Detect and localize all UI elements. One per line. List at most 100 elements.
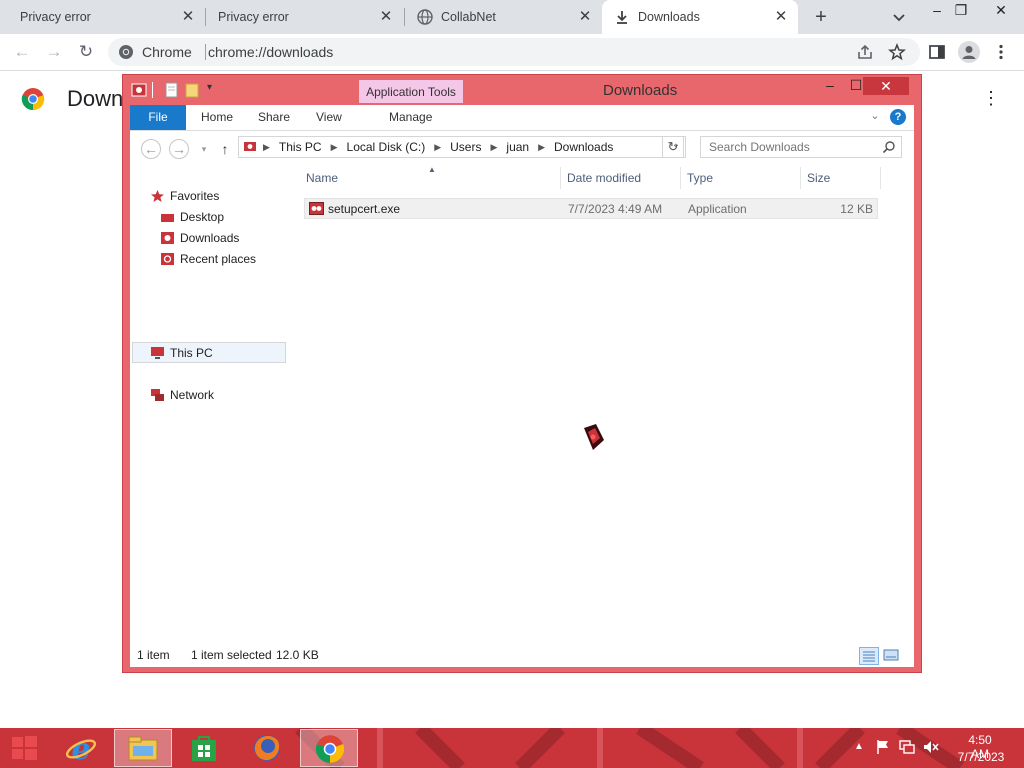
download-icon: [617, 11, 627, 24]
forward-button[interactable]: →: [43, 41, 65, 63]
breadcrumb-separator-icon: ▶: [330, 142, 338, 152]
breadcrumb-local-disk[interactable]: Local Disk (C:): [347, 140, 426, 155]
reload-button[interactable]: ↻: [75, 41, 97, 63]
ribbon-controls: ⌄ ?: [866, 109, 906, 125]
file-explorer-icon: [128, 736, 158, 761]
back-button[interactable]: ←: [141, 139, 161, 159]
taskbar-file-explorer[interactable]: [114, 729, 172, 767]
explorer-window: ▾ Application Tools Downloads – ☐ ✕ File…: [122, 74, 922, 673]
address-row: ← → ▾ ↑ ▶ This PC ▶ Local Disk (C:) ▶ Us…: [130, 131, 914, 165]
tab-home[interactable]: Home: [201, 105, 233, 130]
recent-locations-icon[interactable]: ▾: [194, 139, 214, 159]
breadcrumb-downloads[interactable]: Downloads: [554, 140, 613, 155]
tab-collabnet[interactable]: CollabNet ✕: [405, 0, 602, 34]
properties-icon[interactable]: [165, 82, 179, 98]
tab-view[interactable]: View: [316, 105, 342, 130]
chevron-down-icon[interactable]: ⌄: [868, 109, 882, 125]
svg-text:e: e: [71, 732, 90, 764]
firefox-icon: [254, 735, 280, 761]
close-icon[interactable]: ✕: [377, 8, 395, 26]
column-divider[interactable]: [560, 167, 561, 189]
forward-button[interactable]: →: [169, 139, 189, 159]
minimize-button[interactable]: –: [926, 2, 948, 22]
taskbar-firefox[interactable]: [238, 729, 296, 767]
chrome-logo-icon: [21, 88, 45, 111]
refresh-button[interactable]: ↻: [662, 136, 684, 158]
network-status-icon[interactable]: [898, 738, 916, 756]
column-divider[interactable]: [880, 167, 881, 189]
file-type: Application: [688, 202, 747, 216]
back-button[interactable]: ←: [11, 41, 33, 63]
tab-downloads[interactable]: Downloads ✕: [602, 0, 798, 34]
chevron-down-icon[interactable]: [890, 8, 908, 26]
page-more-icon[interactable]: ⋮: [982, 88, 1000, 112]
qat-dropdown-icon[interactable]: ▾: [207, 82, 212, 93]
network-icon: [151, 389, 164, 401]
restore-button[interactable]: ❐: [950, 2, 972, 22]
large-icons-view-button[interactable]: [882, 647, 902, 665]
column-date-modified[interactable]: Date modified: [567, 171, 641, 185]
tab-privacy-error-2[interactable]: Privacy error ✕: [198, 0, 403, 34]
taskbar-store[interactable]: [176, 729, 234, 767]
bookmark-star-icon[interactable]: [888, 43, 906, 61]
tab-manage[interactable]: Manage: [389, 105, 432, 130]
breadcrumb-users[interactable]: Users: [450, 140, 481, 155]
breadcrumb-bar[interactable]: ▶ This PC ▶ Local Disk (C:) ▶ Users ▶ ju…: [238, 136, 686, 158]
taskbar-chrome[interactable]: [300, 729, 358, 767]
side-panel-icon[interactable]: [928, 43, 946, 61]
breadcrumb-juan[interactable]: juan: [506, 140, 529, 155]
search-input[interactable]: [701, 137, 884, 157]
nav-label: Favorites: [170, 189, 220, 203]
new-tab-button[interactable]: +: [810, 6, 832, 28]
store-icon: [192, 736, 216, 761]
address-bar[interactable]: Chrome chrome://downloads: [108, 38, 920, 66]
item-count: 1 item: [137, 648, 170, 662]
profile-avatar[interactable]: [958, 41, 980, 63]
tab-label: Downloads: [638, 10, 700, 24]
column-size[interactable]: Size: [807, 171, 830, 185]
application-file-icon: [309, 202, 324, 215]
nav-label: Desktop: [180, 210, 225, 224]
share-icon[interactable]: [856, 43, 874, 61]
url-text[interactable]: chrome://downloads: [208, 44, 333, 60]
breadcrumb-this-pc[interactable]: This PC: [279, 140, 322, 155]
close-icon[interactable]: ✕: [772, 8, 790, 26]
close-icon[interactable]: ✕: [576, 8, 594, 26]
start-button[interactable]: [2, 729, 46, 767]
recent-places-icon: [161, 253, 174, 265]
column-divider[interactable]: [800, 167, 801, 189]
details-view-button[interactable]: [859, 647, 879, 665]
clock-date[interactable]: 7/7/2023: [956, 750, 1006, 764]
omnibox-divider: [205, 44, 206, 60]
column-name[interactable]: Name: [306, 171, 338, 185]
show-hidden-icons-button[interactable]: ▲: [850, 738, 868, 756]
taskbar-internet-explorer[interactable]: e: [52, 729, 110, 767]
nav-label: This PC: [170, 346, 213, 360]
nav-label: Downloads: [180, 231, 240, 245]
column-divider[interactable]: [680, 167, 681, 189]
chrome-logo-icon: [119, 45, 133, 59]
person-icon: [962, 46, 976, 59]
tab-file[interactable]: File: [130, 105, 186, 130]
tab-privacy-error-1[interactable]: Privacy error ✕: [0, 0, 205, 34]
close-window-button[interactable]: ✕: [863, 77, 909, 95]
close-window-button[interactable]: ✕: [990, 2, 1012, 22]
star-icon: [151, 190, 164, 202]
action-center-flag-icon[interactable]: [874, 738, 892, 756]
volume-muted-icon[interactable]: [922, 738, 940, 756]
file-row[interactable]: setupcert.exe 7/7/2023 4:49 AM Applicati…: [304, 198, 878, 219]
this-pc-icon: [244, 142, 256, 151]
help-icon[interactable]: ?: [890, 109, 906, 125]
up-button[interactable]: ↑: [215, 139, 235, 159]
breadcrumb: ▶ This PC ▶ Local Disk (C:) ▶ Users ▶ ju…: [261, 140, 613, 155]
minimize-button[interactable]: –: [817, 77, 843, 95]
new-folder-icon[interactable]: [185, 82, 199, 98]
close-icon[interactable]: ✕: [179, 8, 197, 26]
file-date-modified: 7/7/2023 4:49 AM: [568, 202, 663, 216]
search-box[interactable]: [700, 136, 902, 158]
column-type[interactable]: Type: [687, 171, 713, 185]
page-title: Down: [67, 86, 124, 111]
omnibox-chip: Chrome: [142, 44, 192, 60]
tab-share[interactable]: Share: [258, 105, 290, 130]
more-menu-icon[interactable]: [992, 43, 1010, 61]
